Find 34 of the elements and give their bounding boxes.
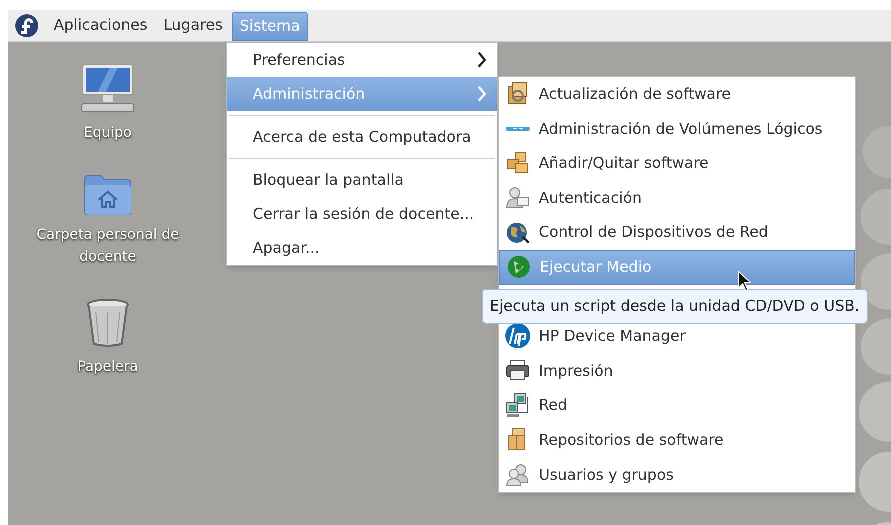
mouse-pointer-icon [738,271,752,293]
menu-item[interactable]: Usuarios y grupos [499,458,855,492]
menu-item[interactable]: Control de Dispositivos de Red [499,215,855,250]
networked-computers-icon [506,392,530,419]
distro-logo-icon [15,14,39,38]
panel-menu[interactable]: Aplicaciones [47,10,155,41]
disk-volumes-icon [506,126,530,131]
menu-item[interactable]: Impresión [499,354,855,388]
panel-menu[interactable]: Lugares [156,10,230,41]
tooltip: Ejecuta un script desde la unidad CD/DVD o USB. [482,289,868,324]
users-icon [506,462,530,487]
menu-item[interactable]: Apagar... [227,231,497,265]
printer-icon [506,359,530,384]
menu-item[interactable]: Autenticación [499,180,855,216]
menu-item[interactable]: Cerrar la sesión de docente... [227,197,497,231]
hp-logo-icon [505,323,531,350]
menu-item[interactable]: Red [499,388,855,423]
user-id-card-icon [506,186,530,210]
chevron-right-icon [477,52,487,68]
packages-icon [506,151,530,176]
chevron-right-icon [477,86,487,102]
menu-item[interactable]: Acerca de esta Computadora [227,120,497,154]
software-update-icon [506,82,530,106]
trash-can-icon [86,298,130,348]
disc-icon [507,255,531,280]
menu-item[interactable]: Repositorios de software [499,422,855,458]
menu-item[interactable]: Preferencias [227,43,497,77]
menu-item[interactable]: Actualización de software [499,77,855,112]
menu-item[interactable]: Añadir/Quitar software [499,146,855,181]
menu-item[interactable]: Administración de Volúmenes Lógicos [499,112,855,146]
menu-item[interactable]: Bloquear la pantalla [227,163,497,197]
computer-icon [80,64,136,114]
home-folder-icon [83,174,133,216]
globe-icon [506,220,530,245]
